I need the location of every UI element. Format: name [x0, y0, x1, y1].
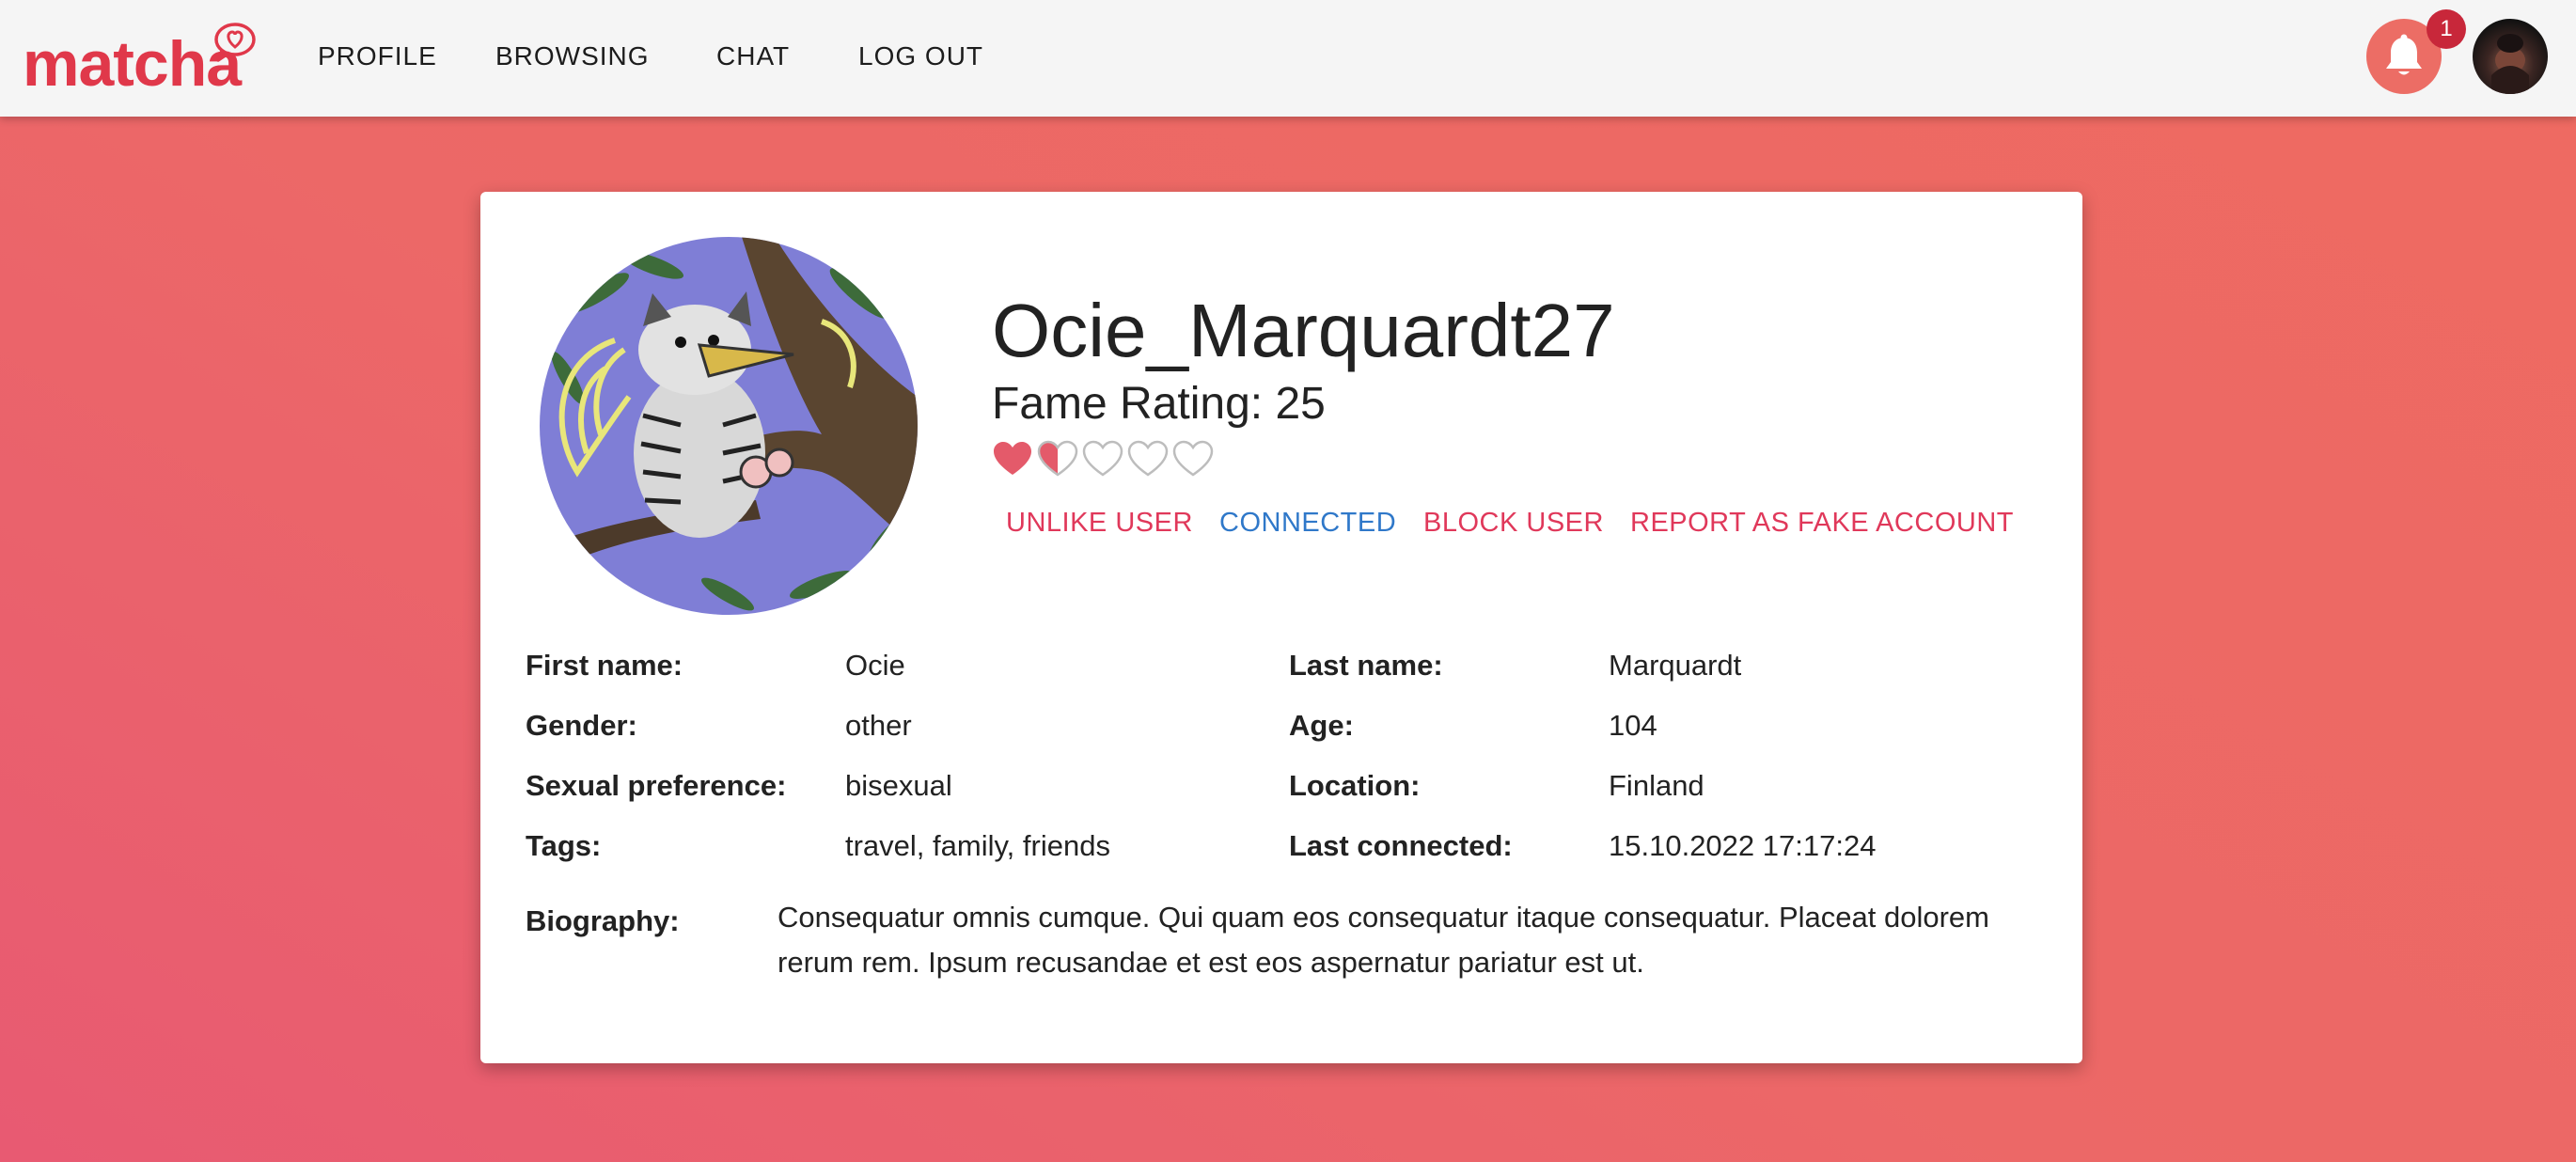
first-name-value: Ocie — [845, 649, 905, 682]
last-name-label: Last name: — [1289, 649, 1443, 682]
first-name-label: First name: — [526, 649, 683, 682]
gender-value: other — [845, 709, 912, 742]
connected-button[interactable]: CONNECTED — [1219, 504, 1396, 542]
heart-half-icon — [1037, 440, 1078, 477]
location-value: Finland — [1609, 769, 1704, 802]
sexual-preference-label: Sexual preference: — [526, 769, 787, 802]
user-avatar[interactable] — [2473, 19, 2548, 94]
biography-text: Consequatur omnis cumque. Qui quam eos c… — [778, 901, 1989, 979]
age-label: Age: — [1289, 709, 1354, 742]
heart-empty-icon — [1127, 440, 1169, 477]
age-value: 104 — [1609, 709, 1657, 742]
profile-username: Ocie_Marquardt27 — [992, 289, 1615, 372]
nav-browsing[interactable]: BROWSING — [495, 38, 650, 75]
profile-photo — [540, 237, 918, 615]
tags-label: Tags: — [526, 829, 602, 862]
avatar-image — [2491, 34, 2529, 94]
report-fake-account-button[interactable]: REPORT AS FAKE ACCOUNT — [1630, 504, 2014, 542]
logo-text: matcha — [23, 28, 242, 100]
nav-chat[interactable]: CHAT — [716, 38, 790, 75]
profile-photo-image — [540, 237, 918, 615]
nav-log-out[interactable]: LOG OUT — [858, 38, 983, 75]
bell-icon — [2386, 34, 2422, 75]
block-user-button[interactable]: BLOCK USER — [1423, 504, 1604, 542]
last-name-value: Marquardt — [1609, 649, 1742, 682]
last-connected-value: 15.10.2022 17:17:24 — [1609, 829, 1877, 862]
tags-value: travel, family, friends — [845, 829, 1110, 862]
heart-full-icon — [994, 442, 1031, 475]
location-label: Location: — [1289, 769, 1421, 802]
biography-label: Biography: — [526, 904, 680, 937]
notification-count-badge: 1 — [2427, 9, 2466, 49]
unlike-user-button[interactable]: UNLIKE USER — [1006, 504, 1193, 542]
last-connected-label: Last connected: — [1289, 829, 1513, 862]
gender-label: Gender: — [526, 709, 637, 742]
heart-empty-icon — [1172, 440, 1214, 477]
matcha-logo[interactable]: matcha — [23, 13, 267, 103]
sexual-preference-value: bisexual — [845, 769, 952, 802]
profile-card: Ocie_Marquardt27 Fame Rating: 25 UNLIKE … — [480, 192, 2082, 1063]
nav-profile[interactable]: PROFILE — [318, 38, 437, 75]
fame-rating: Fame Rating: 25 — [992, 379, 1326, 429]
top-navbar: matcha PROFILE BROWSING CHAT LOG OUT 1 — [0, 0, 2576, 117]
heart-bubble-icon — [214, 23, 256, 62]
heart-empty-icon — [1082, 440, 1123, 477]
